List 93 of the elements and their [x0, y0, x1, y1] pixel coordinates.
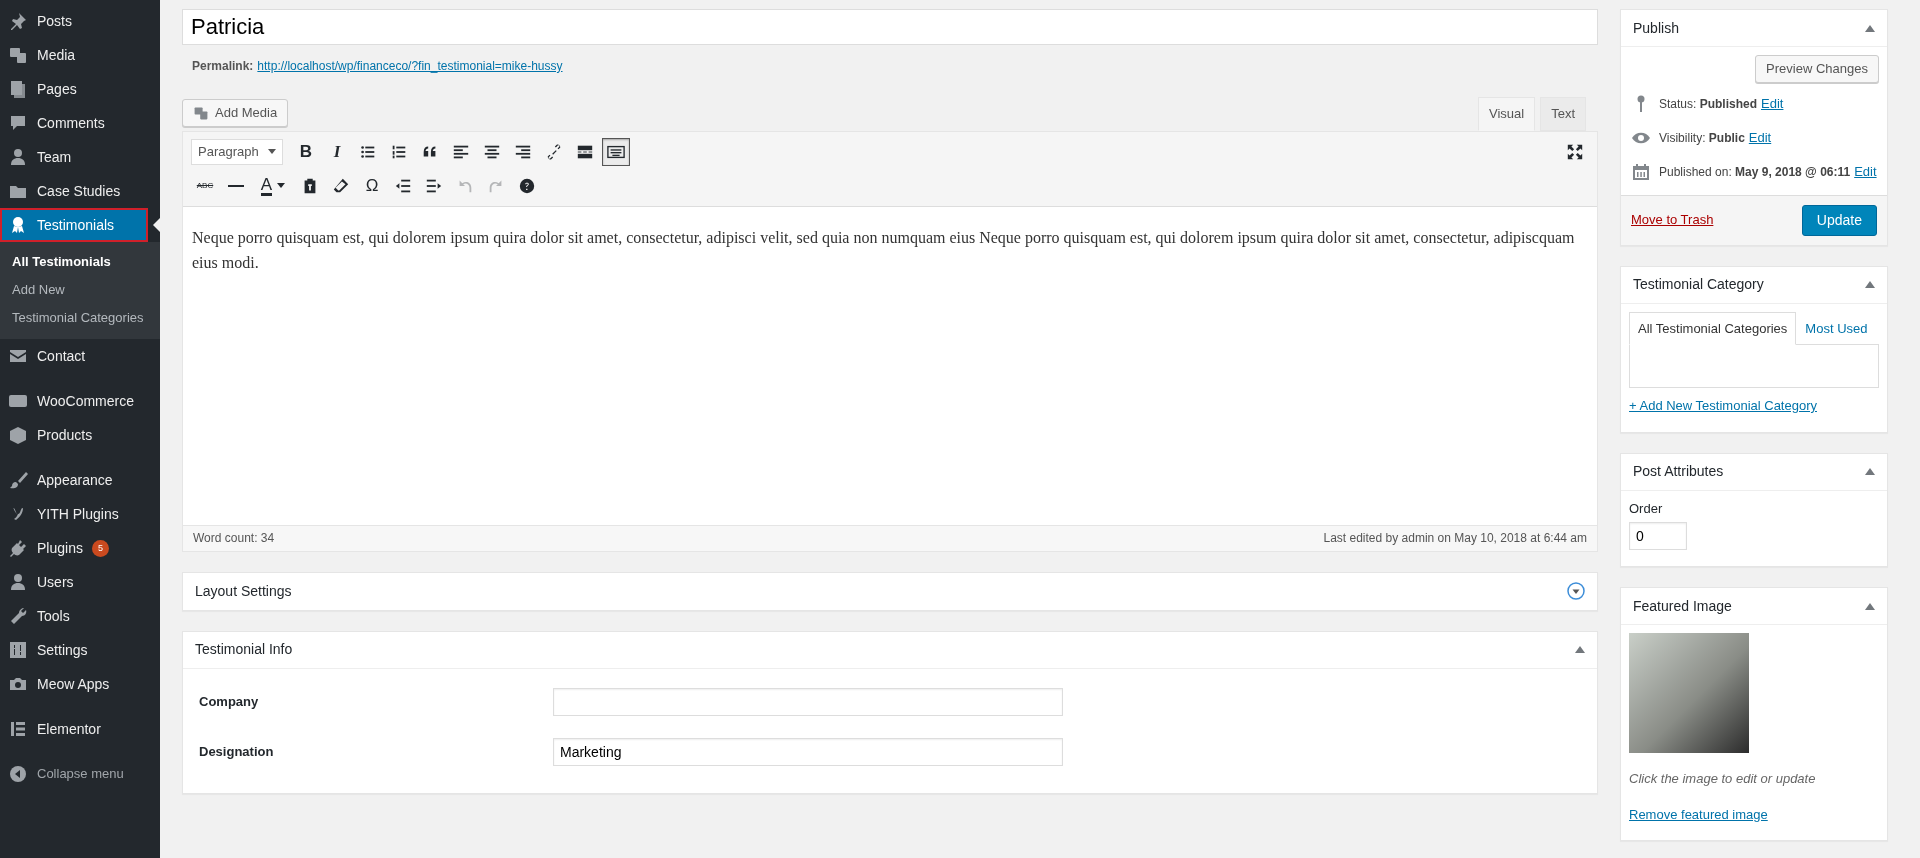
edit-link[interactable]: Edit — [1854, 161, 1877, 182]
menu-item[interactable]: Posts — [0, 4, 160, 38]
menu-item[interactable]: Tools — [0, 599, 160, 633]
box-icon — [8, 425, 28, 445]
submenu-item[interactable]: All Testimonials — [0, 248, 160, 276]
permalink-link[interactable]: http://localhost/wp/financeco/?fin_testimonial=mike-hussy — [257, 59, 563, 73]
last-edited-text: Last edited by admin on May 10, 2018 at 6:44 am — [1323, 530, 1587, 547]
collapse-icon — [8, 764, 28, 784]
menu-item[interactable]: Users — [0, 565, 160, 599]
editor-tab[interactable]: Text — [1540, 97, 1586, 131]
update-button[interactable]: Update — [1801, 204, 1877, 236]
pages-icon — [8, 79, 28, 99]
menu-item[interactable]: Appearance — [0, 463, 160, 497]
box-title: Testimonial Category — [1633, 275, 1764, 294]
text-field[interactable] — [553, 687, 1063, 716]
remove-image-link[interactable]: Remove featured image — [1629, 804, 1768, 824]
fullscreen-icon — [1566, 142, 1584, 161]
menu-item[interactable]: Pages — [0, 72, 160, 106]
text-field[interactable]: Marketing — [553, 737, 1063, 766]
calendar-icon — [1631, 161, 1651, 182]
menu-item[interactable]: Meow Apps — [0, 667, 160, 701]
collapse-menu-button[interactable]: Collapse menu — [0, 757, 160, 791]
menu-item[interactable]: Products — [0, 418, 160, 452]
title-field[interactable]: Patricia — [182, 9, 1598, 45]
format-select[interactable]: Paragraph — [191, 138, 283, 165]
field-label: Designation — [199, 742, 275, 761]
collapse-arrow-icon[interactable] — [1865, 602, 1875, 610]
collapse-arrow-icon[interactable] — [1865, 281, 1875, 288]
menu-item[interactable]: Plugins 5 — [0, 531, 160, 565]
submenu-item[interactable]: Testimonial Categories — [0, 304, 160, 332]
help-icon — [518, 176, 536, 195]
person-icon — [8, 572, 28, 592]
menu-item[interactable]: Media — [0, 38, 160, 72]
image-caption: Click the image to edit or update — [1629, 770, 1817, 788]
plug-icon — [8, 538, 28, 558]
publish-info: Visibility: Public — [1659, 129, 1745, 147]
keyboard-button[interactable] — [602, 137, 630, 166]
menu-item[interactable]: WooCommerce — [0, 384, 160, 418]
toolbar-button[interactable]: I — [323, 137, 351, 166]
trash-link[interactable]: Move to Trash — [1631, 210, 1714, 230]
editor-content[interactable]: Neque porro quisquam est, qui dolorem ipsum quira dolor sit amet, consectetur, adipisci velit, sed quia non numquam eius Neque porro quisquam est, qui dolorem ipsum quira dolor sit amet, consectetur, adipiscquam eius modi. — [183, 206, 1597, 525]
box-title: Featured Image — [1633, 596, 1732, 616]
caret-icon — [277, 183, 286, 188]
collapse-arrow-icon[interactable] — [1865, 24, 1875, 32]
permalink-label: Permalink: — [192, 59, 254, 73]
category-tab[interactable]: All Testimonial Categories — [1629, 311, 1797, 345]
speech-bubble-icon — [8, 113, 28, 133]
category-tab[interactable]: Most Used — [1796, 311, 1877, 345]
elementor-icon — [8, 719, 28, 739]
submenu-item[interactable]: Add New — [0, 276, 160, 304]
pushpin-icon — [8, 11, 28, 31]
sliders-icon — [8, 640, 28, 660]
expand-toggle-icon[interactable] — [1567, 582, 1585, 600]
collapse-arrow-icon[interactable] — [1575, 646, 1585, 653]
order-field[interactable]: 0 — [1629, 522, 1687, 550]
toolbar-button[interactable]: Ω — [358, 171, 386, 200]
media-icon — [8, 45, 28, 65]
photo-placeholder[interactable] — [1629, 633, 1749, 753]
edit-link[interactable]: Edit — [1761, 93, 1784, 114]
publish-info: Status: Published — [1659, 95, 1758, 113]
field-label: Company — [199, 692, 260, 711]
preview-button[interactable]: Preview Changes — [1755, 55, 1879, 83]
toolbar-button[interactable]: ABC — [191, 171, 219, 200]
notification-count: 5 — [91, 539, 109, 557]
edit-link[interactable]: Edit — [1748, 127, 1772, 148]
toolbar-button[interactable]: A — [253, 171, 293, 200]
menu-item[interactable]: Case Studies — [0, 174, 160, 208]
toolbar-button[interactable]: B — [292, 137, 320, 166]
paintbrush-icon — [8, 470, 28, 490]
box-title: Publish — [1633, 18, 1679, 38]
box-title: Layout Settings — [195, 581, 292, 601]
word-count: Word count: 34 — [193, 530, 275, 547]
eraser-icon — [332, 176, 350, 195]
menu-item[interactable]: Elementor — [0, 712, 160, 746]
editor-tab[interactable]: Visual — [1477, 97, 1536, 131]
menu-item[interactable]: Settings — [0, 633, 160, 667]
person-icon — [8, 147, 28, 167]
menu-item[interactable]: Testimonials — [0, 208, 148, 242]
order-label: Order — [1629, 499, 1664, 518]
collapse-arrow-icon[interactable] — [1865, 468, 1875, 475]
horizontal-line-icon — [228, 184, 244, 187]
box-title: Testimonial Info — [195, 640, 293, 659]
publish-info: Published on: May 9, 2018 @ 06:11 — [1659, 163, 1851, 181]
menu-item[interactable]: Team — [0, 140, 160, 174]
add-category-link[interactable]: + Add New Testimonial Category — [1629, 396, 1817, 416]
box-title: Post Attributes — [1633, 462, 1724, 481]
add-media-button[interactable]: Add Media — [182, 99, 289, 127]
link-icon — [545, 142, 563, 161]
menu-item[interactable]: Contact — [0, 339, 160, 373]
caret-icon — [268, 149, 276, 154]
media-icon — [193, 104, 209, 121]
menu-item[interactable]: YITH Plugins — [0, 497, 160, 531]
menu-item[interactable]: Comments — [0, 106, 160, 140]
